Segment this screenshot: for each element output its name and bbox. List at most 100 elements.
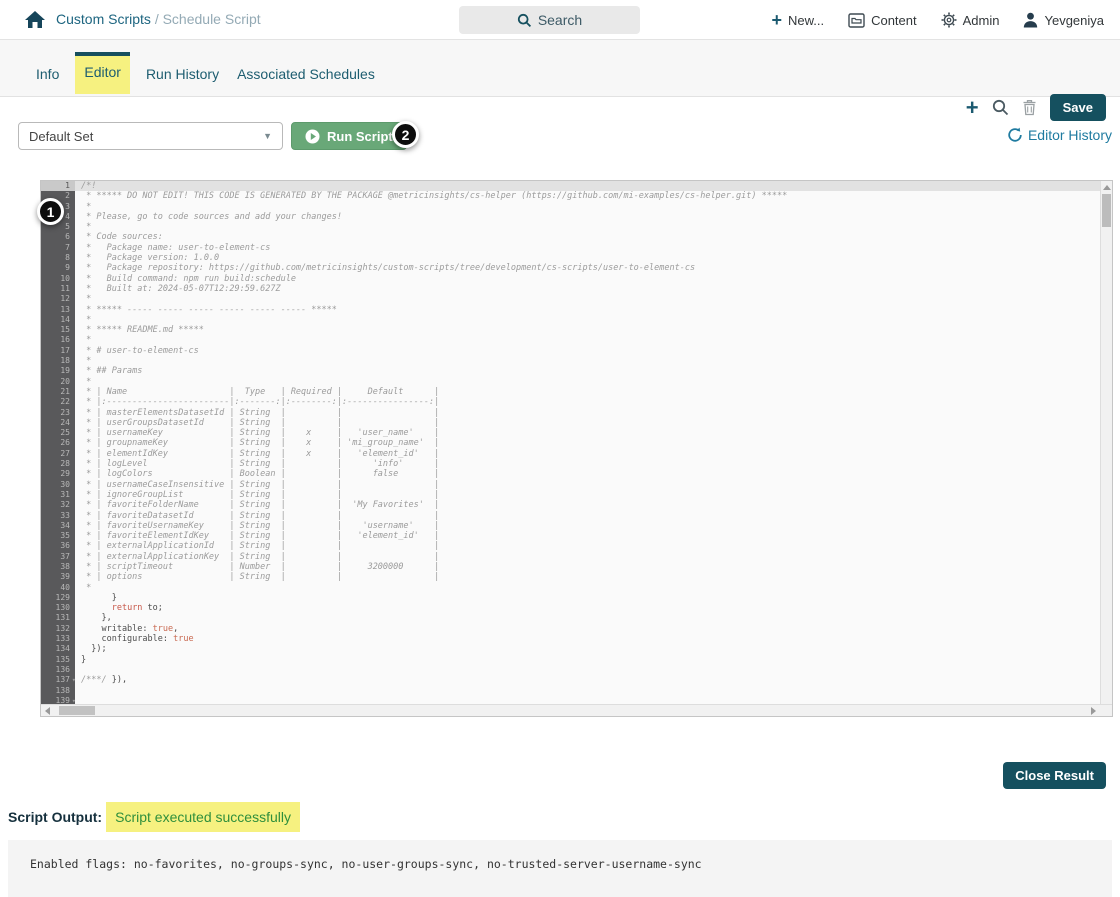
code-line[interactable]: 133 configurable: true	[41, 634, 1100, 645]
code-line[interactable]: 20 *	[41, 376, 1100, 387]
code-line[interactable]: 129 }	[41, 592, 1100, 604]
code-text: * |:------------------------|:-------:|:…	[81, 397, 440, 408]
code-line[interactable]: 9 * Package repository: https://github.c…	[41, 263, 1100, 274]
code-line[interactable]: 36 * | externalApplicationId | String | …	[41, 541, 1100, 552]
code-line[interactable]: 132 writable: true,	[41, 623, 1100, 635]
code-text: * | options | String | | |	[81, 572, 440, 583]
fold-arrow-icon[interactable]: ▾	[72, 696, 76, 704]
vertical-scrollbar-thumb[interactable]	[1102, 194, 1111, 227]
code-text: * | groupnameKey | String | x | 'mi_grou…	[81, 438, 440, 449]
code-line[interactable]: 34 * | favoriteUsernameKey | String | | …	[41, 520, 1100, 532]
code-line[interactable]: 12 *	[41, 294, 1100, 305]
search-icon[interactable]	[992, 99, 1009, 116]
code-line[interactable]: 39 * | options | String | | |	[41, 572, 1100, 583]
code-line[interactable]: 15 * ***** README.md *****	[41, 325, 1100, 336]
code-line[interactable]: 21 * | Name | Type | Required | Default …	[41, 386, 1100, 398]
nav-item-user[interactable]: Yevgeniya	[1023, 12, 1104, 28]
code-line[interactable]: 23 * | masterElementsDatasetId | String …	[41, 407, 1100, 418]
vertical-scrollbar[interactable]	[1100, 181, 1112, 704]
tab-run-history[interactable]: Run History	[144, 58, 221, 96]
code-line[interactable]: 131 },	[41, 613, 1100, 624]
code-line[interactable]: 138	[41, 685, 1100, 696]
code-line[interactable]: 35 * | favoriteElementIdKey | String | |…	[41, 531, 1100, 542]
code-line[interactable]: 6 * Code sources:	[41, 232, 1100, 243]
line-number[interactable]: 137 ▾	[41, 675, 76, 686]
line-number: 35	[41, 531, 75, 542]
code-line[interactable]: 22 * |:------------------------|:-------…	[41, 397, 1100, 408]
code-text: *	[81, 201, 92, 212]
code-line[interactable]: 130 return to;	[41, 603, 1100, 614]
code-line[interactable]: 11 * Built at: 2024-05-07T12:29:59.627Z	[41, 283, 1100, 295]
horizontal-scrollbar-thumb[interactable]	[59, 706, 95, 715]
code-text: *	[81, 335, 92, 346]
nav-item-label: New...	[787, 12, 825, 28]
code-line[interactable]: 33 * | favoriteDatasetId | String | | |	[41, 510, 1100, 521]
nav-item-new[interactable]: + New...	[771, 11, 824, 29]
code-line[interactable]: 26 * | groupnameKey | String | x | 'mi_g…	[41, 438, 1100, 449]
breadcrumb-page: Schedule Script	[162, 11, 261, 27]
code-text: }	[81, 592, 117, 603]
code-line[interactable]: 18 *	[41, 356, 1100, 367]
breadcrumb-section[interactable]: Custom Scripts	[56, 11, 151, 27]
line-number[interactable]: 139 ▾	[41, 695, 76, 704]
delete-icon[interactable]	[1022, 99, 1037, 116]
tab-associated-schedules[interactable]: Associated Schedules	[235, 58, 377, 96]
tab-info[interactable]: Info	[34, 58, 61, 96]
code-line[interactable]: 7 * Package name: user-to-element-cs	[41, 242, 1100, 254]
close-result-button[interactable]: Close Result	[1003, 762, 1106, 789]
code-line[interactable]: 136	[41, 664, 1100, 676]
code-line[interactable]: 38 * | scriptTimeout | Number | | 320000…	[41, 561, 1100, 573]
save-button[interactable]: Save	[1049, 94, 1106, 121]
code-line[interactable]: 29 * | logColors | Boolean | | false |	[41, 469, 1100, 480]
fold-arrow-icon[interactable]: ▾	[72, 675, 76, 685]
nav-item-admin[interactable]: Admin	[941, 12, 999, 28]
tab-editor[interactable]: Editor	[75, 52, 130, 94]
run-script-button[interactable]: Run Script	[291, 122, 407, 150]
scroll-left-icon[interactable]	[45, 707, 50, 715]
script-set-select[interactable]: Default Set ▼	[18, 122, 283, 150]
scroll-up-icon[interactable]	[1103, 185, 1111, 190]
code-line[interactable]: 19 * ## Params	[41, 366, 1100, 377]
code-line[interactable]: 25 * | usernameKey | String | x | 'user_…	[41, 428, 1100, 439]
home-icon[interactable]	[24, 9, 46, 31]
code-text: },	[81, 613, 112, 624]
code-line[interactable]: 3 *	[41, 201, 1100, 212]
line-number: 25	[41, 428, 75, 439]
line-number: 15	[41, 325, 75, 336]
code-line[interactable]: 8 * Package version: 1.0.0	[41, 253, 1100, 264]
code-line[interactable]: 37 * | externalApplicationKey | String |…	[41, 551, 1100, 562]
code-line[interactable]: 40 *	[41, 582, 1100, 593]
nav-item-content[interactable]: Content	[848, 13, 917, 28]
line-number: 138	[41, 685, 75, 696]
code-line[interactable]: 16 *	[41, 335, 1100, 346]
code-line[interactable]: 1/*!	[41, 181, 1100, 192]
code-line[interactable]: 4 * Please, go to code sources and add y…	[41, 211, 1100, 223]
code-line[interactable]: 14 *	[41, 314, 1100, 326]
code-line[interactable]: 30 * | usernameCaseInsensitive | String …	[41, 479, 1100, 490]
code-line[interactable]: 139 ▾	[41, 695, 1100, 704]
horizontal-scrollbar[interactable]	[41, 704, 1112, 716]
code-line[interactable]: 5 *	[41, 222, 1100, 233]
editor-history-link[interactable]: Editor History	[1007, 127, 1112, 143]
code-line[interactable]: 32 * | favoriteFolderName | String | | '…	[41, 500, 1100, 511]
code-line[interactable]: 28 * | logLevel | String | | 'info' |	[41, 459, 1100, 470]
code-line[interactable]: 137 ▾ /***/ }),	[41, 675, 1100, 686]
line-number: 24	[41, 417, 75, 429]
code-line[interactable]: 31 * | ignoreGroupList | String | | |	[41, 489, 1100, 501]
line-number: 133	[41, 634, 75, 645]
add-icon[interactable]: +	[966, 96, 979, 119]
scroll-right-icon[interactable]	[1091, 707, 1096, 715]
code-line[interactable]: 13 * ***** ----- ----- ----- ----- -----…	[41, 304, 1100, 315]
tab-strip: Info Editor Run History Associated Sched…	[0, 40, 1120, 121]
code-line[interactable]: 2 * ***** DO NOT EDIT! THIS CODE IS GENE…	[41, 191, 1100, 202]
line-number: 19	[41, 366, 75, 377]
code-line[interactable]: 10 * Build command: npm run build:schedu…	[41, 273, 1100, 284]
code-line[interactable]: 17 * # user-to-element-cs	[41, 345, 1100, 357]
code-editor[interactable]: 1/*! 2 * ***** DO NOT EDIT! THIS CODE IS …	[40, 180, 1113, 717]
code-line[interactable]: 27 * | elementIdKey | String | x | 'elem…	[41, 448, 1100, 460]
search-button[interactable]: Search	[459, 6, 640, 34]
code-text: *	[81, 582, 92, 593]
code-line[interactable]: 135}	[41, 654, 1100, 665]
code-line[interactable]: 134 });	[41, 644, 1100, 655]
code-line[interactable]: 24 * | userGroupsDatasetId | String | | …	[41, 417, 1100, 429]
